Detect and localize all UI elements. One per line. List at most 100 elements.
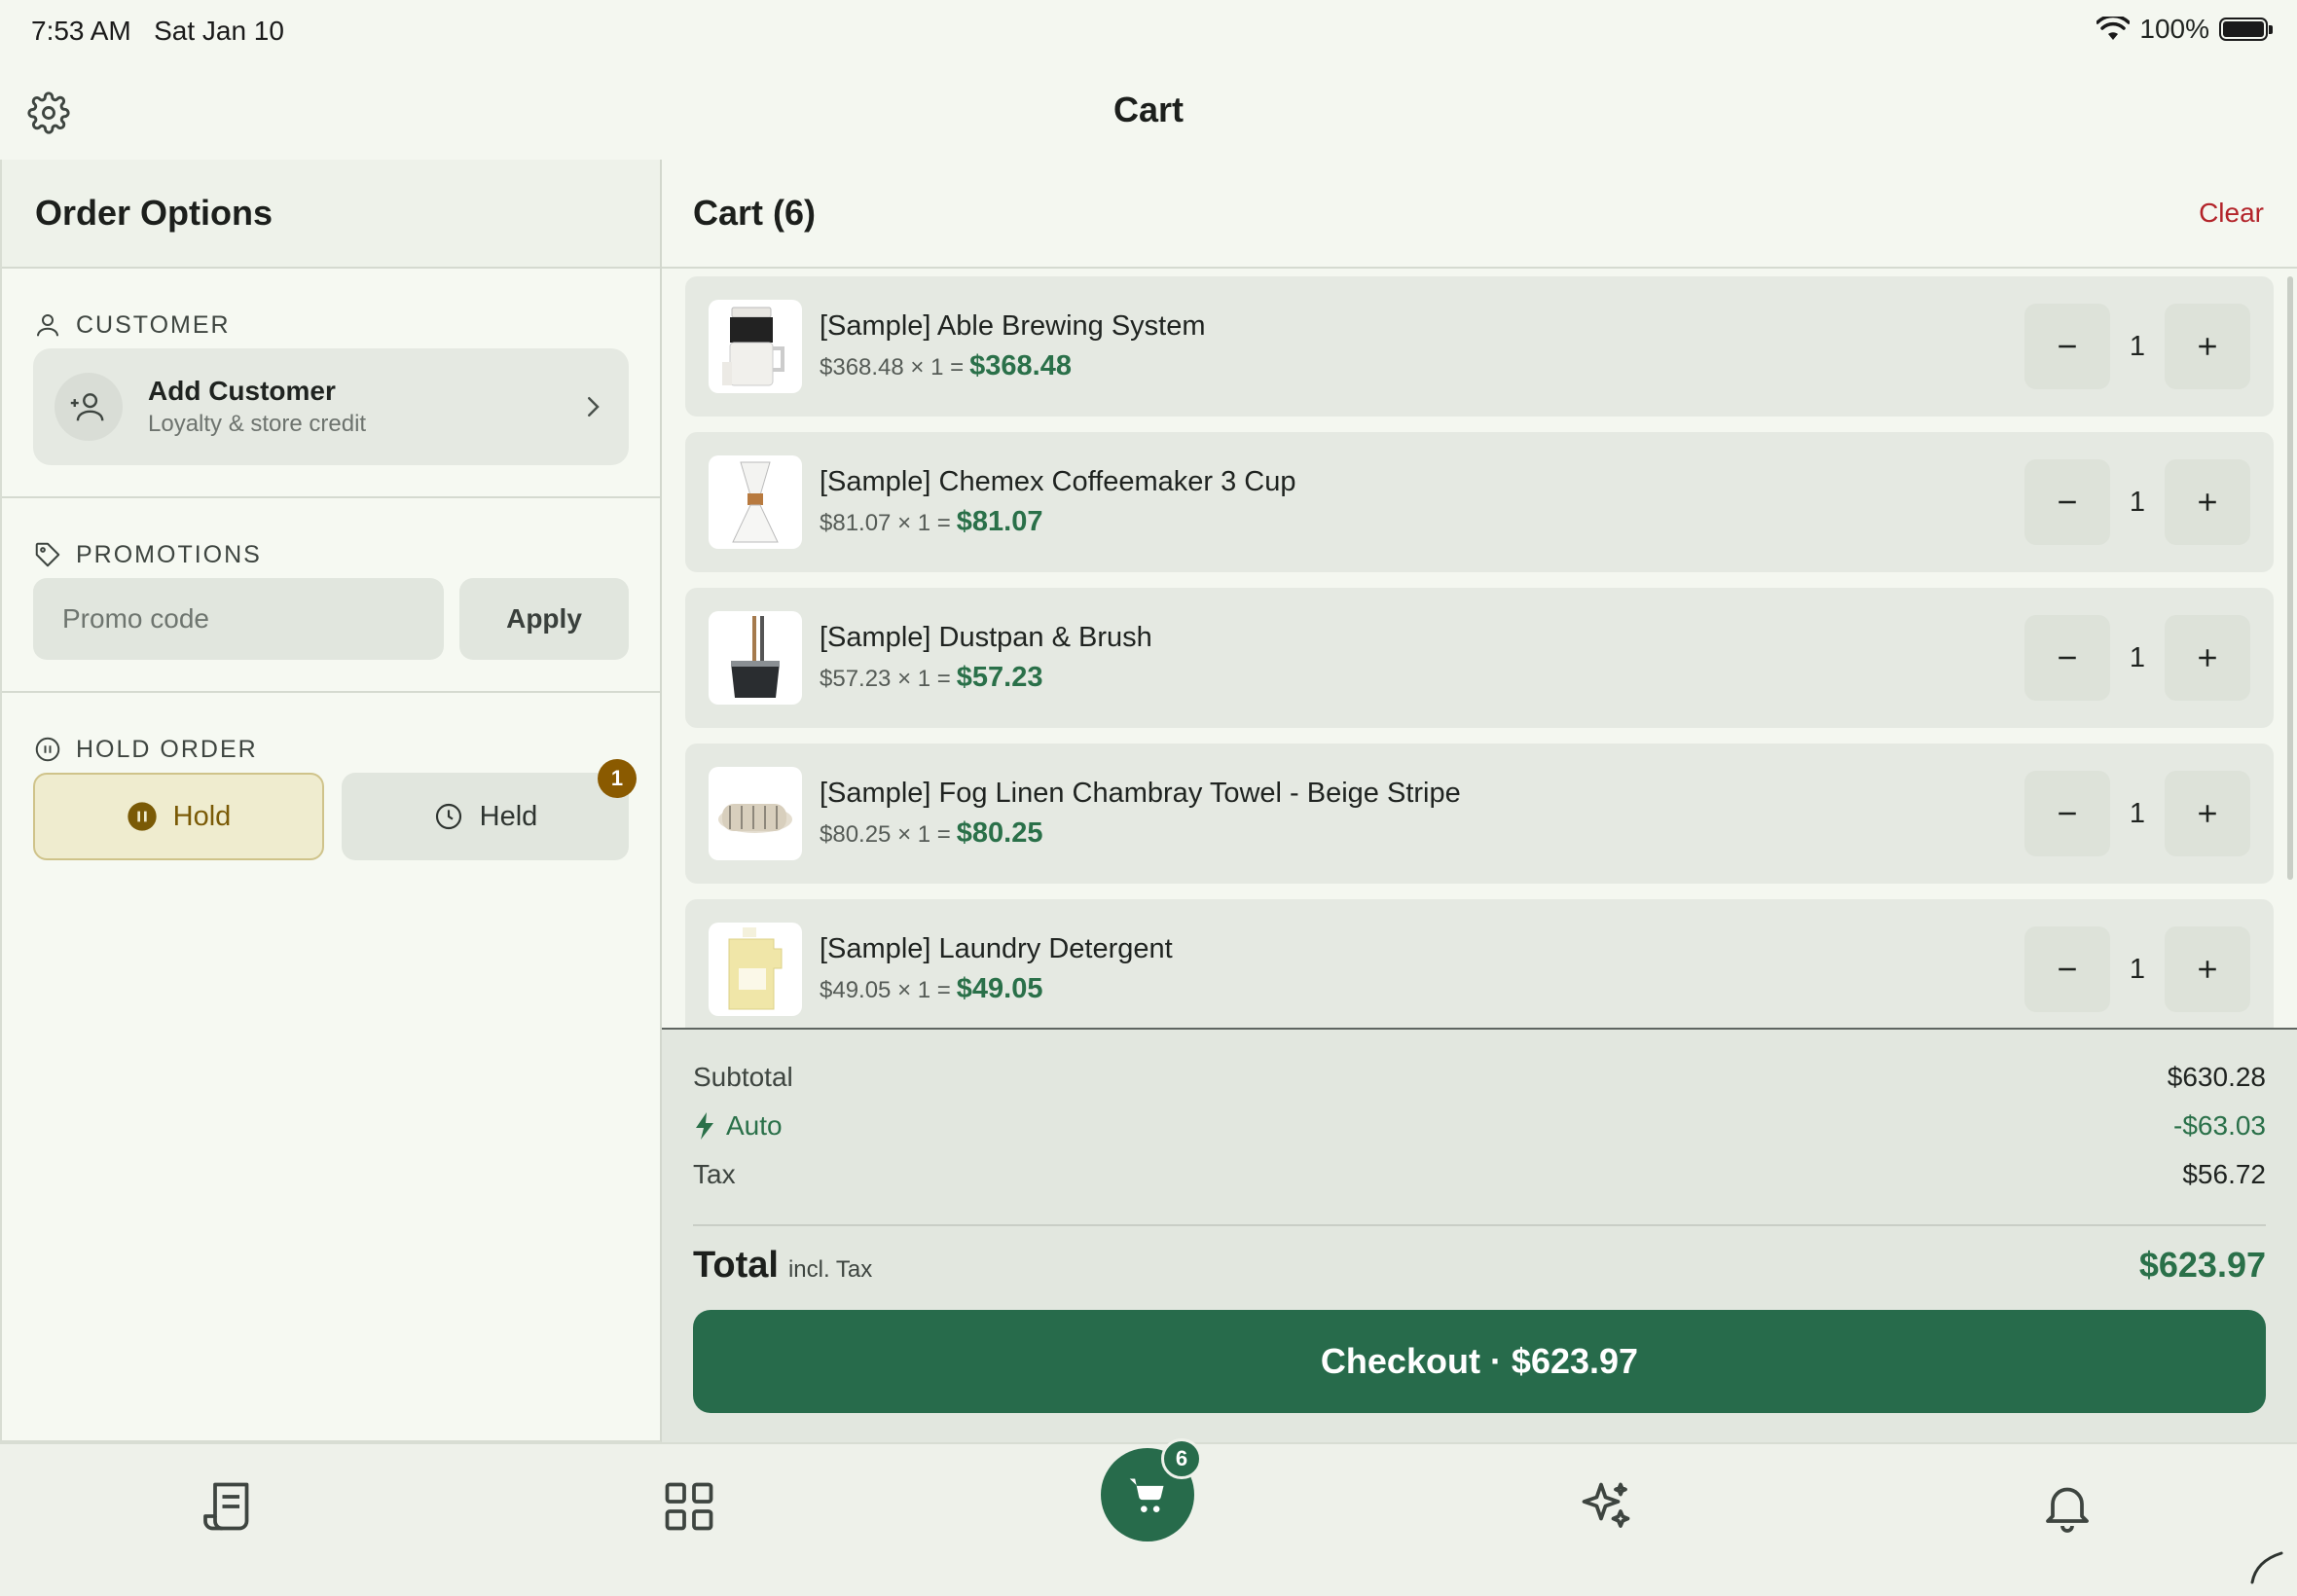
- promo-row: Apply: [33, 578, 629, 660]
- wifi-icon: [2096, 17, 2131, 40]
- subtotal-value: $630.28: [2167, 1062, 2266, 1092]
- quantity-stepper: 1: [2024, 304, 2250, 389]
- item-details: [Sample] Chemex Coffeemaker 3 Cup $81.07…: [820, 466, 1295, 538]
- item-details: [Sample] Able Brewing System $368.48 × 1…: [820, 310, 1206, 382]
- hold-button[interactable]: Hold: [33, 773, 324, 860]
- plus-icon: [2199, 338, 2216, 355]
- plus-icon: [2199, 961, 2216, 978]
- product-thumbnail: [709, 300, 802, 393]
- hold-order-label: HOLD ORDER: [33, 693, 629, 773]
- pause-filled-icon: [128, 802, 157, 831]
- quantity-stepper: 1: [2024, 615, 2250, 701]
- order-summary: Subtotal $630.28 Auto -$63.03 Tax $56.72…: [662, 1028, 2297, 1442]
- bell-icon[interactable]: [2038, 1477, 2096, 1536]
- item-price: $57.23 × 1 = $57.23: [820, 662, 1043, 693]
- tax-row: Tax $56.72: [693, 1150, 2266, 1199]
- decrease-quantity-button[interactable]: [2024, 615, 2110, 701]
- lightning-icon: [696, 1112, 713, 1140]
- grid-icon[interactable]: [660, 1477, 718, 1536]
- quantity-value: 1: [2129, 641, 2146, 673]
- promotions-label: PROMOTIONS: [33, 498, 629, 578]
- item-price: $81.07 × 1 = $81.07: [820, 506, 1043, 537]
- decrease-quantity-button[interactable]: [2024, 926, 2110, 1012]
- quantity-value: 1: [2129, 797, 2146, 829]
- add-customer-subtitle: Loyalty & store credit: [148, 411, 367, 437]
- status-right: 100%: [2096, 14, 2273, 45]
- clock-icon: [435, 803, 461, 830]
- promo-code-input[interactable]: [33, 578, 444, 660]
- quantity-value: 1: [2129, 486, 2146, 518]
- customer-section: CUSTOMER Add Customer Loyalty & store cr…: [2, 269, 660, 498]
- status-time: 7:53 AM Sat Jan 10: [31, 16, 284, 46]
- cart-item: [Sample] Dustpan & Brush $57.23 × 1 = $57…: [685, 588, 2274, 728]
- decrease-quantity-button[interactable]: [2024, 771, 2110, 856]
- plus-icon: [2199, 805, 2216, 822]
- plus-icon: [2199, 649, 2216, 667]
- cart-panel: Cart (6) Clear [Sample] Able Brewing Sys…: [662, 160, 2297, 1442]
- total-value: $623.97: [2138, 1245, 2266, 1285]
- hold-order-section: HOLD ORDER Hold Held 1: [2, 693, 660, 860]
- item-name: [Sample] Chemex Coffeemaker 3 Cup: [820, 466, 1296, 497]
- item-name: [Sample] Laundry Detergent: [820, 933, 1173, 964]
- decrease-quantity-button[interactable]: [2024, 304, 2110, 389]
- item-name: [Sample] Dustpan & Brush: [820, 622, 1152, 653]
- cart-item: [Sample] Chemex Coffeemaker 3 Cup $81.07…: [685, 432, 2274, 572]
- tab-bar: 6: [0, 1438, 2297, 1596]
- cart-item: [Sample] Fog Linen Chambray Towel - Beig…: [685, 744, 2274, 884]
- increase-quantity-button[interactable]: [2165, 615, 2250, 701]
- cart-header: Cart (6) Clear: [662, 160, 2297, 269]
- checkout-button[interactable]: Checkout · $623.97: [693, 1310, 2266, 1413]
- product-thumbnail: [709, 611, 802, 705]
- cart-item-list[interactable]: [Sample] Able Brewing System $368.48 × 1…: [685, 276, 2274, 1030]
- tax-value: $56.72: [2182, 1159, 2266, 1189]
- item-price: $368.48 × 1 = $368.48: [820, 350, 1072, 381]
- increase-quantity-button[interactable]: [2165, 771, 2250, 856]
- minus-icon: [2059, 967, 2076, 971]
- quantity-stepper: 1: [2024, 771, 2250, 856]
- item-details: [Sample] Dustpan & Brush $57.23 × 1 = $57…: [820, 622, 1152, 694]
- promotions-section: PROMOTIONS Apply: [2, 498, 660, 693]
- decrease-quantity-button[interactable]: [2024, 459, 2110, 545]
- add-person-icon: [55, 373, 123, 441]
- item-details: [Sample] Laundry Detergent $49.05 × 1 = $…: [820, 933, 1173, 1005]
- item-line-total: $81.07: [956, 506, 1043, 537]
- item-name: [Sample] Fog Linen Chambray Towel - Beig…: [820, 778, 1461, 809]
- hold-buttons: Hold Held 1: [33, 759, 637, 860]
- increase-quantity-button[interactable]: [2165, 926, 2250, 1012]
- item-name: [Sample] Able Brewing System: [820, 310, 1206, 342]
- auto-discount-row: Auto -$63.03: [693, 1102, 2266, 1150]
- receipt-icon[interactable]: [201, 1477, 259, 1536]
- item-line-total: $49.05: [956, 973, 1043, 1004]
- apply-promo-button[interactable]: Apply: [459, 578, 629, 660]
- minus-icon: [2059, 656, 2076, 660]
- held-orders-button[interactable]: Held 1: [342, 759, 637, 860]
- cart-tab-button[interactable]: 6: [1101, 1438, 1202, 1542]
- cart-scrollbar[interactable]: [2287, 276, 2293, 880]
- product-thumbnail: [709, 923, 802, 1016]
- corner-handle-icon: [2250, 1551, 2283, 1584]
- add-customer-button[interactable]: Add Customer Loyalty & store credit: [33, 348, 629, 465]
- quantity-value: 1: [2129, 330, 2146, 362]
- order-options-title: Order Options: [35, 193, 273, 233]
- cart-item: [Sample] Laundry Detergent $49.05 × 1 = $…: [685, 899, 2274, 1030]
- plus-icon: [2199, 493, 2216, 511]
- item-price: $80.25 × 1 = $80.25: [820, 817, 1043, 849]
- cart-item: [Sample] Able Brewing System $368.48 × 1…: [685, 276, 2274, 417]
- tax-label: Tax: [693, 1159, 736, 1189]
- cart-count-badge: 6: [1161, 1438, 1202, 1479]
- add-customer-text: Add Customer Loyalty & store credit: [148, 376, 578, 438]
- pause-circle-icon: [35, 737, 60, 762]
- subtotal-label: Subtotal: [693, 1062, 793, 1092]
- increase-quantity-button[interactable]: [2165, 304, 2250, 389]
- navigation-bar: Cart: [0, 62, 2297, 160]
- increase-quantity-button[interactable]: [2165, 459, 2250, 545]
- page-title: Cart: [1112, 90, 1185, 129]
- sparkles-icon[interactable]: [1577, 1477, 1635, 1536]
- total-row: Total incl. Tax $623.97: [693, 1226, 2266, 1304]
- clear-cart-button[interactable]: Clear: [2199, 198, 2264, 229]
- product-thumbnail: [709, 767, 802, 860]
- minus-icon: [2059, 500, 2076, 504]
- battery-percent: 100%: [2139, 14, 2209, 44]
- status-bar: 7:53 AM Sat Jan 10 100%: [0, 0, 2297, 62]
- item-line-total: $57.23: [956, 662, 1043, 693]
